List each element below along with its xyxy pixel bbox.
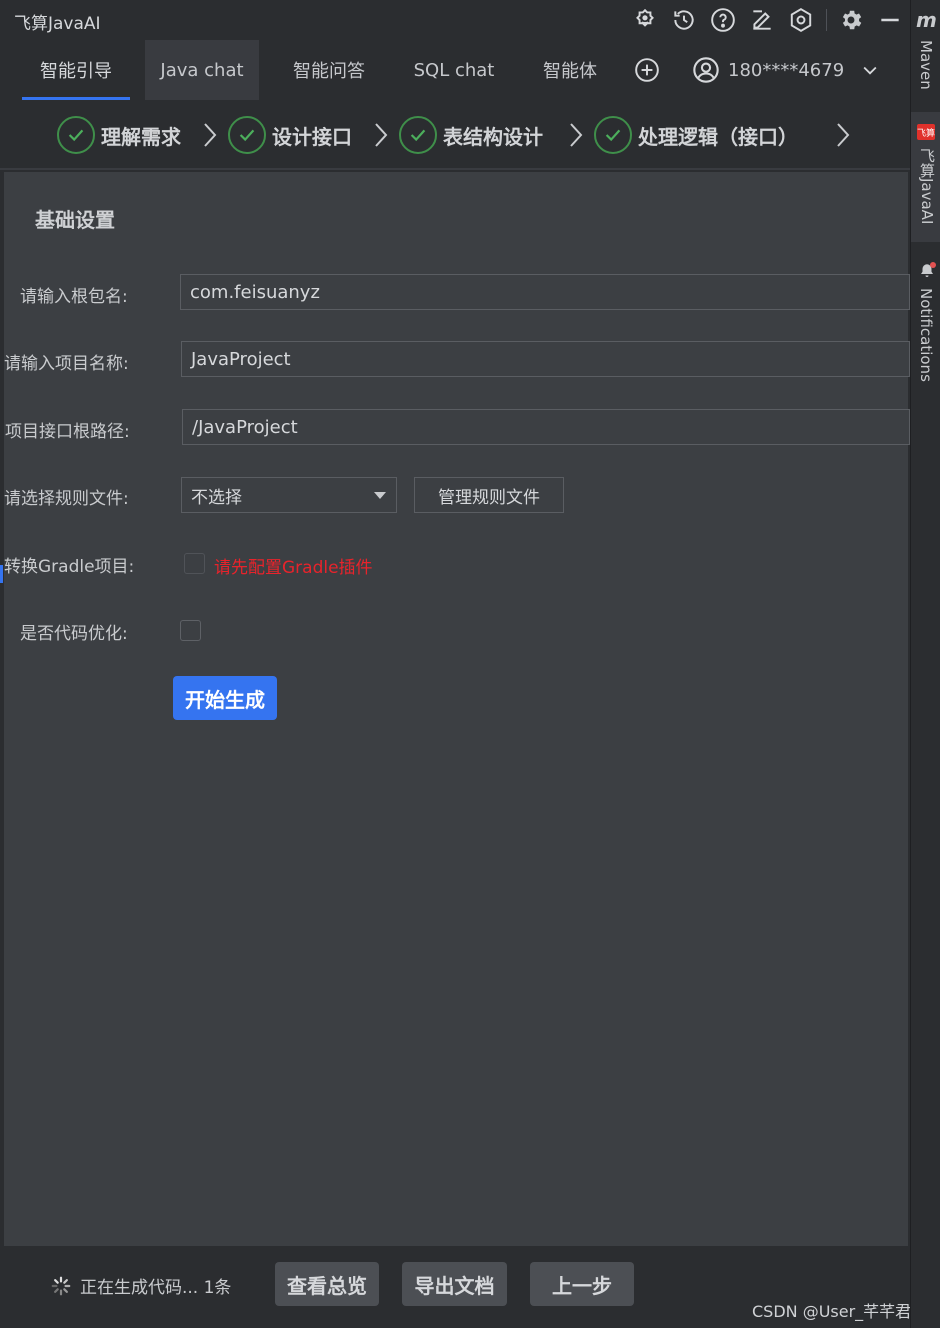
tab-bar: 智能引导 Java chat 智能问答 SQL chat 智能体 180****… xyxy=(0,40,910,100)
rule-file-label: 请选择规则文件: xyxy=(4,489,129,509)
view-overview-button[interactable]: 查看总览 xyxy=(275,1262,379,1306)
step-label: 理解需求 xyxy=(101,124,181,149)
settings-panel: 基础设置 请输入根包名: com.feisuanyz 请输入项目名称: Java… xyxy=(4,172,910,1246)
project-name-label: 请输入项目名称: xyxy=(4,354,129,374)
previous-step-button[interactable]: 上一步 xyxy=(530,1262,634,1306)
export-doc-button[interactable]: 导出文档 xyxy=(402,1262,507,1306)
step-design-api[interactable]: 设计接口 xyxy=(228,115,352,155)
section-title: 基础设置 xyxy=(35,208,115,232)
step-label: 处理逻辑（接口） xyxy=(638,124,798,149)
notifications-tool-tab[interactable]: Notifications xyxy=(917,288,935,382)
tab-smart-qa[interactable]: 智能问答 xyxy=(275,40,383,100)
chevron-right-icon xyxy=(570,123,583,147)
gradle-label: 转换Gradle项目: xyxy=(4,557,135,577)
generation-status: 正在生成代码... 1条 xyxy=(50,1273,231,1298)
step-progress: 理解需求 设计接口 表结构设计 处理逻辑（接口） xyxy=(0,100,910,170)
tab-sql-chat[interactable]: SQL chat xyxy=(400,40,508,100)
settings-hex-icon[interactable] xyxy=(787,6,815,34)
project-name-input[interactable]: JavaProject xyxy=(181,341,910,377)
rule-file-selected: 不选择 xyxy=(191,487,242,508)
spinner-icon xyxy=(51,1276,71,1295)
chevron-right-icon xyxy=(204,123,217,147)
rule-file-select[interactable]: 不选择 xyxy=(181,477,397,513)
help-icon[interactable] xyxy=(709,6,737,34)
gradle-warning: 请先配置Gradle插件 xyxy=(214,558,373,578)
step-label: 设计接口 xyxy=(272,124,352,149)
watermark: CSDN @User_芊芊君子 xyxy=(752,1302,928,1321)
app-title: 飞算JavaAI xyxy=(14,14,101,34)
title-bar: 飞算JavaAI xyxy=(0,0,910,40)
toolbar-divider xyxy=(826,9,827,31)
tab-java-chat[interactable]: Java chat xyxy=(145,40,259,100)
step-understand-requirement[interactable]: 理解需求 xyxy=(57,115,181,155)
chevron-down-icon[interactable] xyxy=(860,60,880,80)
step-label: 表结构设计 xyxy=(443,124,543,149)
feisuan-logo-icon: 飞算 xyxy=(917,124,935,140)
edit-icon[interactable] xyxy=(748,6,776,34)
footer-bar: 正在生成代码... 1条 查看总览 导出文档 上一步 CSDN @User_芊芊… xyxy=(0,1246,927,1328)
gear-icon[interactable] xyxy=(837,6,865,34)
api-root-label: 项目接口根路径: xyxy=(5,422,130,442)
minimize-icon[interactable] xyxy=(876,6,904,34)
check-circle-icon xyxy=(57,116,95,154)
add-tab-icon[interactable] xyxy=(633,56,661,84)
bot-icon[interactable] xyxy=(631,6,659,34)
dropdown-caret-icon xyxy=(374,492,386,499)
check-circle-icon xyxy=(399,116,437,154)
maven-tool-tab[interactable]: Maven xyxy=(917,40,935,90)
tab-agent[interactable]: 智能体 xyxy=(525,40,615,100)
api-root-input[interactable]: /JavaProject xyxy=(182,409,910,445)
optimize-label: 是否代码优化: xyxy=(20,624,128,644)
root-package-input[interactable]: com.feisuanyz xyxy=(180,274,910,310)
user-account[interactable]: 180****4679 xyxy=(692,40,880,100)
optimize-checkbox[interactable] xyxy=(180,620,201,641)
step-process-logic[interactable]: 处理逻辑（接口） xyxy=(594,115,798,155)
root-package-label: 请输入根包名: xyxy=(20,287,128,307)
history-icon[interactable] xyxy=(670,6,698,34)
check-circle-icon xyxy=(228,116,266,154)
user-phone: 180****4679 xyxy=(728,59,845,81)
chevron-right-icon xyxy=(375,123,388,147)
feisuan-tool-tab[interactable]: 飞算JavaAI xyxy=(917,148,938,224)
tab-smart-guide[interactable]: 智能引导 xyxy=(22,40,130,100)
status-text: 正在生成代码... 1条 xyxy=(80,1278,232,1298)
step-table-design[interactable]: 表结构设计 xyxy=(399,115,543,155)
user-avatar-icon xyxy=(692,56,720,84)
check-circle-icon xyxy=(594,116,632,154)
notification-dot xyxy=(930,262,936,268)
maven-logo-icon[interactable]: m xyxy=(916,8,937,32)
edge-indicator xyxy=(0,565,3,583)
right-tool-strip: m Maven 飞算 飞算JavaAI Notifications xyxy=(910,0,940,1328)
gradle-checkbox[interactable] xyxy=(184,553,205,574)
chevron-right-icon[interactable] xyxy=(833,120,853,150)
start-generate-button[interactable]: 开始生成 xyxy=(173,676,277,720)
manage-rules-button[interactable]: 管理规则文件 xyxy=(414,477,564,513)
